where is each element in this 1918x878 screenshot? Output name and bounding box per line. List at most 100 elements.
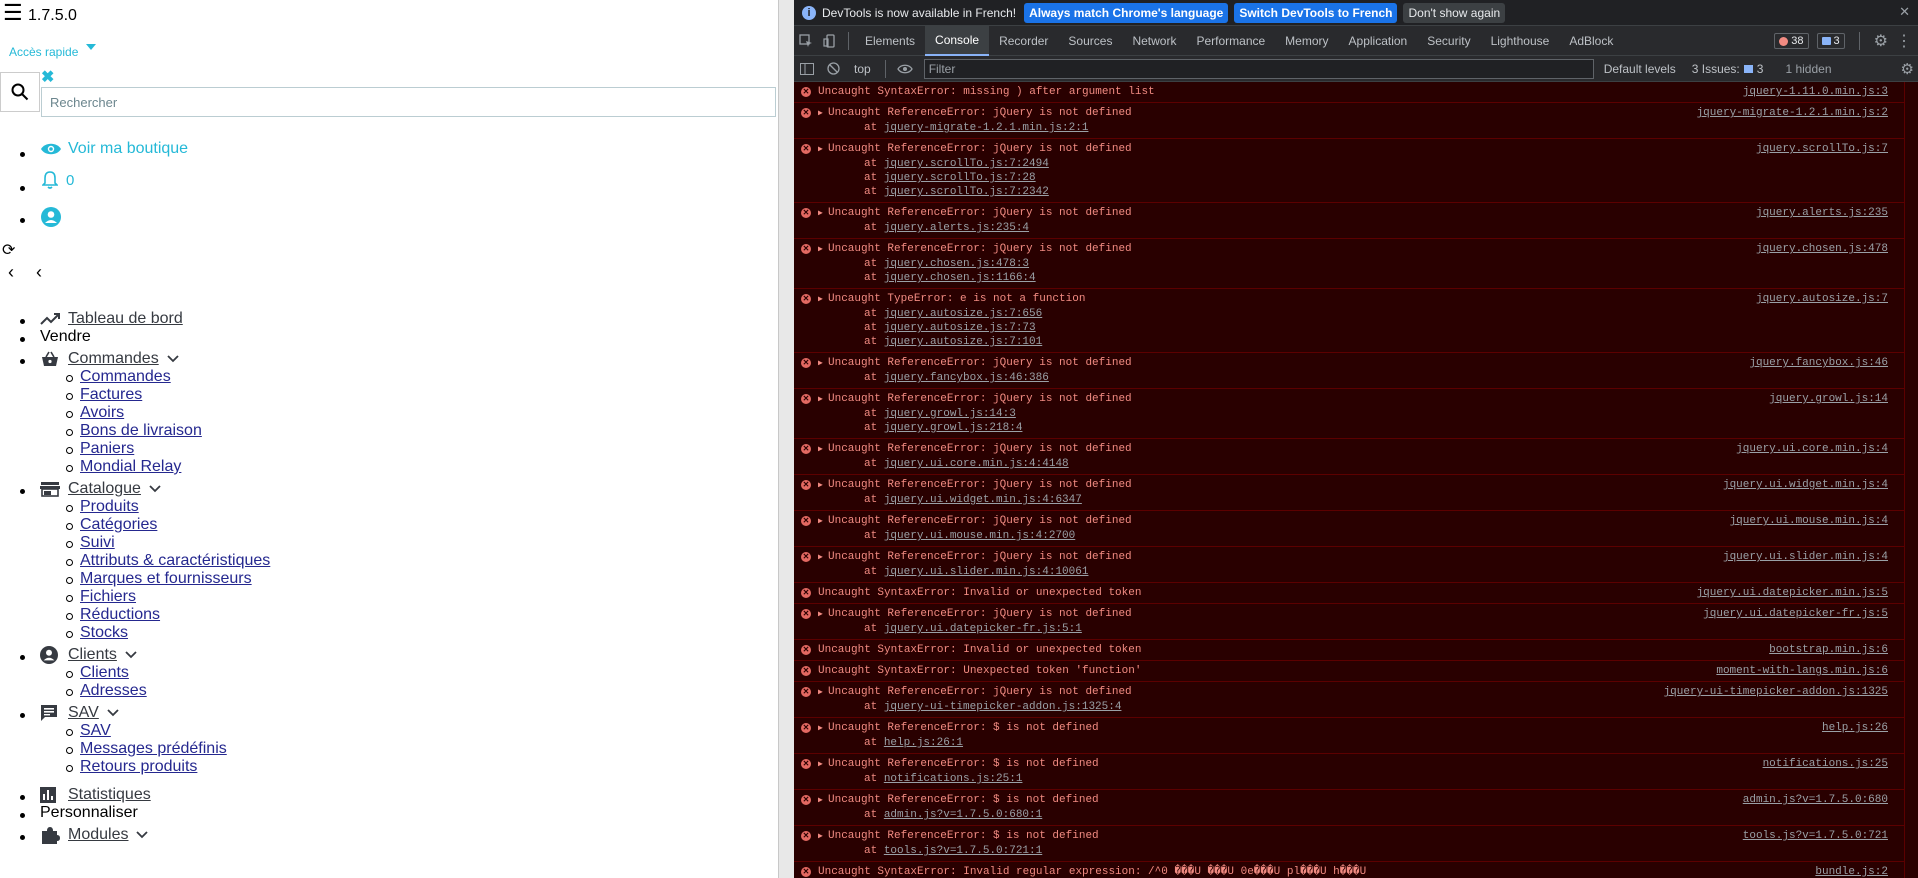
console-settings-gear-icon[interactable]: ⚙ [1901, 60, 1914, 78]
submenu-item[interactable]: Retours produits [66, 758, 760, 776]
submenu-link[interactable]: Stocks [80, 624, 128, 641]
console-error-entry[interactable]: ✕ ▶ Uncaught ReferenceError: jQuery is not… [794, 239, 1918, 289]
menu-label[interactable]: Modules [68, 826, 128, 844]
stack-frame-link[interactable]: jquery.ui.datepicker-fr.js:5:1 [884, 623, 1082, 635]
submenu-item[interactable]: Attributs & caractéristiques [66, 552, 760, 570]
console-error-entry[interactable]: ✕ ▶ Uncaught ReferenceError: jQuery is not… [794, 139, 1918, 203]
chevron-down-icon[interactable] [136, 826, 149, 844]
source-link[interactable]: jquery-migrate-1.2.1.min.js:2 [1697, 106, 1888, 120]
clear-search-icon[interactable]: ✖ [41, 67, 54, 87]
log-levels-dropdown[interactable]: Default levels [1604, 62, 1676, 76]
console-error-entry[interactable]: ✕ ▶ Uncaught ReferenceError: jQuery is not… [794, 389, 1918, 439]
source-link[interactable]: jquery.chosen.js:478 [1756, 242, 1888, 256]
console-error-entry[interactable]: ✕ ▶ Uncaught ReferenceError: $ is not defi… [794, 718, 1918, 754]
console-error-entry[interactable]: ✕ ▶ Uncaught ReferenceError: jQuery is not… [794, 353, 1918, 389]
console-error-entry[interactable]: ✕ Uncaught SyntaxError: Invalid regular e… [794, 862, 1918, 878]
stack-frame-link[interactable]: jquery.autosize.js:7:101 [884, 336, 1042, 348]
tab-application[interactable]: Application [1339, 26, 1418, 56]
submenu-item[interactable]: Bons de livraison [66, 422, 760, 440]
expand-triangle-icon[interactable]: ▶ [818, 830, 828, 844]
stack-frame-link[interactable]: jquery.ui.core.min.js:4:4148 [884, 458, 1069, 470]
stack-frame-link[interactable]: jquery.scrollTo.js:7:2494 [884, 158, 1049, 170]
expand-triangle-icon[interactable]: ▶ [818, 357, 828, 371]
stack-frame-link[interactable]: jquery-migrate-1.2.1.min.js:2:1 [884, 122, 1089, 134]
match-language-button[interactable]: Always match Chrome's language [1024, 2, 1229, 23]
tab-sources[interactable]: Sources [1058, 26, 1122, 56]
submenu-item[interactable]: Marques et fournisseurs [66, 570, 760, 588]
chevron-left-icon[interactable]: ‹ [8, 262, 14, 283]
submenu-link[interactable]: SAV [80, 722, 111, 739]
expand-triangle-icon[interactable]: ▶ [818, 794, 828, 808]
error-count-badge[interactable]: 38 [1774, 33, 1809, 49]
stack-frame-link[interactable]: tools.js?v=1.7.5.0:721:1 [884, 845, 1042, 857]
source-link[interactable]: bootstrap.min.js:6 [1769, 643, 1888, 657]
menu-item-clients[interactable]: Clients Clients Adresses [20, 646, 760, 700]
inspect-element-icon[interactable] [794, 26, 818, 56]
source-link[interactable]: jquery.ui.datepicker.min.js:5 [1697, 586, 1888, 600]
submenu-item[interactable]: Fichiers [66, 588, 760, 606]
stack-frame-link[interactable]: jquery.chosen.js:478:3 [884, 258, 1029, 270]
hamburger-menu-icon[interactable]: ☰ [3, 2, 23, 24]
console-error-entry[interactable]: ✕ Uncaught SyntaxError: Unexpected token … [794, 661, 1918, 682]
menu-item-sav[interactable]: SAV SAV Messages prédéfinis Retours produit… [20, 704, 760, 776]
live-expression-eye-icon[interactable] [892, 56, 918, 82]
source-link[interactable]: jquery.scrollTo.js:7 [1756, 142, 1888, 156]
issues-link[interactable]: 3 Issues: 3 [1692, 62, 1764, 76]
stack-frame-link[interactable]: help.js:26:1 [884, 737, 963, 749]
stack-frame-link[interactable]: jquery.scrollTo.js:7:2342 [884, 186, 1049, 198]
menu-label[interactable]: Statistiques [68, 786, 151, 804]
stack-frame-link[interactable]: jquery.autosize.js:7:73 [884, 322, 1036, 334]
console-error-entry[interactable]: ✕ Uncaught SyntaxError: Invalid or unexpe… [794, 583, 1918, 604]
console-error-entry[interactable]: ✕ ▶ Uncaught ReferenceError: jQuery is not… [794, 103, 1918, 139]
menu-label[interactable]: SAV [68, 704, 99, 722]
source-link[interactable]: jquery.growl.js:14 [1769, 392, 1888, 406]
stack-frame-link[interactable]: jquery.autosize.js:7:656 [884, 308, 1042, 320]
search-input[interactable] [41, 87, 776, 117]
device-toolbar-icon[interactable] [818, 26, 842, 56]
panel-splitter[interactable] [778, 0, 794, 878]
expand-triangle-icon[interactable]: ▶ [818, 143, 828, 157]
submenu-link[interactable]: Messages prédéfinis [80, 740, 227, 757]
console-error-entry[interactable]: ✕ ▶ Uncaught ReferenceError: jQuery is not… [794, 475, 1918, 511]
tab-adblock[interactable]: AdBlock [1559, 26, 1623, 56]
submenu-link[interactable]: Suivi [80, 534, 115, 551]
source-link[interactable]: jquery.ui.datepicker-fr.js:5 [1703, 607, 1888, 621]
employee-avatar-link[interactable] [41, 207, 61, 232]
console-error-entry[interactable]: ✕ ▶ Uncaught ReferenceError: $ is not defi… [794, 754, 1918, 790]
dont-show-again-button[interactable]: Don't show again [1403, 2, 1506, 23]
tab-recorder[interactable]: Recorder [989, 26, 1058, 56]
console-error-entry[interactable]: ✕ ▶ Uncaught ReferenceError: jQuery is not… [794, 682, 1918, 718]
console-error-entry[interactable]: ✕ ▶ Uncaught ReferenceError: jQuery is not… [794, 203, 1918, 239]
notifications-link[interactable]: 0 [42, 170, 74, 190]
expand-triangle-icon[interactable]: ▶ [818, 443, 828, 457]
chevron-down-icon[interactable] [167, 350, 179, 368]
quick-access-dropdown[interactable]: Accès rapide [9, 44, 97, 59]
tab-elements[interactable]: Elements [855, 26, 925, 56]
source-link[interactable]: jquery.ui.widget.min.js:4 [1723, 478, 1888, 492]
chevron-down-icon[interactable] [107, 704, 119, 722]
submenu-link[interactable]: Adresses [80, 682, 147, 699]
menu-label[interactable]: Clients [68, 646, 117, 664]
submenu-item[interactable]: Réductions [66, 606, 760, 624]
expand-triangle-icon[interactable]: ▶ [818, 686, 828, 700]
expand-triangle-icon[interactable]: ▶ [818, 393, 828, 407]
console-filter-input[interactable] [923, 58, 1594, 79]
console-scrollbar[interactable] [1904, 82, 1918, 878]
submenu-link[interactable]: Marques et fournisseurs [80, 570, 252, 587]
submenu-item[interactable]: Mondial Relay [66, 458, 760, 476]
chevron-left-icon[interactable]: ‹ [36, 262, 42, 283]
submenu-link[interactable]: Produits [80, 498, 139, 515]
menu-item-modules[interactable]: Modules [20, 826, 760, 844]
expand-triangle-icon[interactable]: ▶ [818, 479, 828, 493]
chevron-down-icon[interactable] [125, 646, 137, 664]
sync-icon[interactable]: ⟳ [2, 240, 15, 260]
submenu-item[interactable]: Paniers [66, 440, 760, 458]
close-icon[interactable]: ✕ [1899, 4, 1910, 20]
submenu-item[interactable]: Clients [66, 664, 760, 682]
expand-triangle-icon[interactable]: ▶ [818, 551, 828, 565]
source-link[interactable]: notifications.js:25 [1763, 757, 1888, 771]
menu-label[interactable]: Catalogue [68, 480, 141, 498]
submenu-item[interactable]: Commandes [66, 368, 760, 386]
menu-label[interactable]: Tableau de bord [68, 310, 183, 328]
submenu-link[interactable]: Avoirs [80, 404, 124, 421]
